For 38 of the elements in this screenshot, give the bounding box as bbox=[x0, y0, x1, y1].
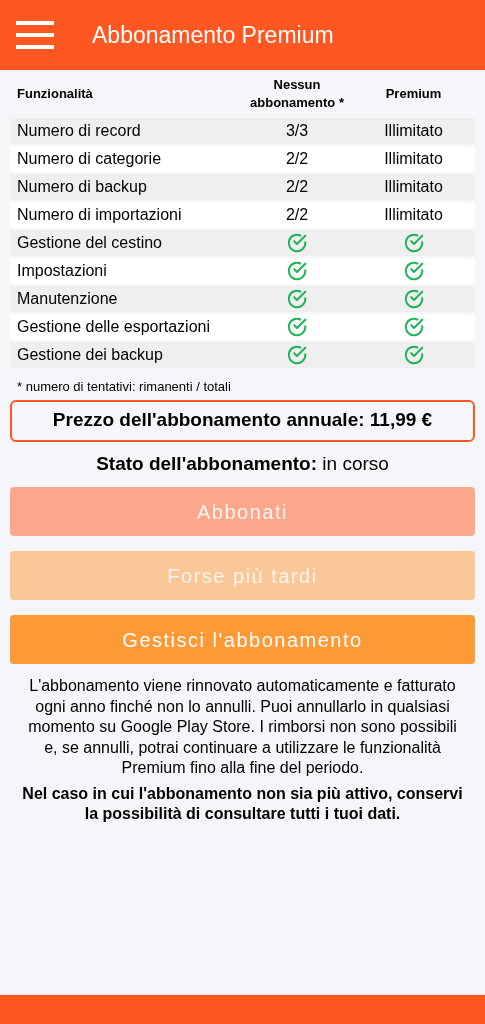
table-cell-text: Illimitato bbox=[384, 121, 443, 141]
table-cell-text: Illimitato bbox=[384, 205, 443, 225]
info-paragraph: L'abbonamento viene rinnovato automaticamente e fatturato ogni anno finché non lo annulli. Puoi annullarlo in qualsiasi momento su Google Play Store. I rimborsi non sono possibili e, se annulli, potrai continuare a utilizzare le funzionalità Premium fino alla fine del periodo. bbox=[27, 676, 458, 778]
app-bar-title: Abbonamento Premium bbox=[92, 20, 334, 50]
table-cell-text: 2/2 bbox=[285, 205, 309, 225]
check-circle-icon bbox=[402, 344, 425, 366]
table-cell-text: Illimitato bbox=[384, 177, 443, 197]
footnote: * numero di tentativi: rimanenti / totali bbox=[16, 378, 232, 396]
menu-icon[interactable] bbox=[16, 21, 56, 49]
table-cell-text: Numero di backup bbox=[17, 177, 147, 197]
subscription-status: Stato dell'abbonamento: in corso bbox=[95, 451, 390, 476]
table-cell-text: Impostazioni bbox=[17, 261, 107, 281]
table-cell-text: Gestione delle esportazioni bbox=[17, 317, 210, 337]
table-cell-text: Numero di categorie bbox=[17, 149, 162, 169]
table-cell-text: Illimitato bbox=[384, 149, 443, 169]
note-paragraph: Nel caso in cui l'abbonamento non sia più attivo, conservi la possibilità di consultare tutti i tuoi dati. bbox=[21, 783, 464, 824]
check-circle-icon bbox=[402, 316, 425, 338]
table-cell-text: Numero di record bbox=[17, 121, 141, 141]
column-header: Nessun abbonamento * bbox=[249, 76, 345, 112]
check-circle-icon bbox=[402, 288, 425, 310]
column-header: Funzionalità bbox=[17, 85, 93, 103]
action-button[interactable]: Gestisci l'abbonamento bbox=[10, 615, 475, 664]
check-circle-icon bbox=[286, 260, 308, 282]
check-circle-icon bbox=[286, 316, 308, 338]
table-cell-text: 2/2 bbox=[285, 177, 309, 197]
check-circle-icon bbox=[286, 344, 308, 366]
check-circle-icon bbox=[286, 288, 308, 310]
table-cell-text: Numero di importazioni bbox=[17, 205, 182, 225]
table-cell-text: 3/3 bbox=[285, 121, 309, 141]
check-circle-icon bbox=[402, 260, 425, 282]
check-circle-icon bbox=[286, 232, 308, 254]
table-cell-text: 2/2 bbox=[285, 149, 309, 169]
column-header: Premium bbox=[385, 85, 442, 103]
check-circle-icon bbox=[402, 232, 425, 254]
price-text: Prezzo dell'abbonamento annuale: 11,99 € bbox=[52, 408, 433, 433]
table-cell-text: Gestione dei backup bbox=[17, 345, 163, 365]
table-cell-text: Gestione del cestino bbox=[17, 233, 162, 253]
table-cell-text: Manutenzione bbox=[17, 289, 118, 309]
